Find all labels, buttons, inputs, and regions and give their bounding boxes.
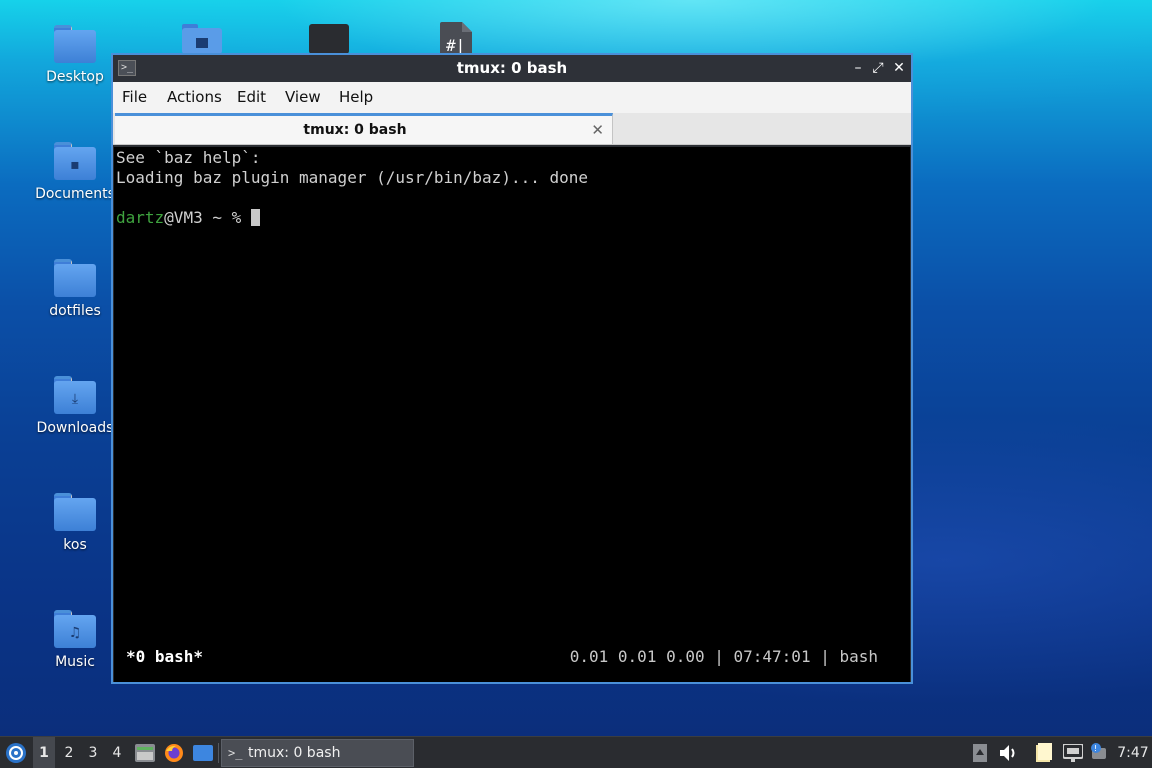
window-titlebar[interactable]: >_ tmux: 0 bash – ⤢ ✕ bbox=[113, 55, 911, 82]
desktop-icon-label: Documents bbox=[35, 186, 115, 202]
desktop-icon-music[interactable]: ♫ Music bbox=[35, 610, 115, 670]
workspace-4[interactable]: 4 bbox=[106, 737, 128, 768]
desktop-icon-label: dotfiles bbox=[49, 303, 101, 319]
clipboard-icon[interactable] bbox=[968, 737, 992, 768]
network-icon[interactable] bbox=[1061, 737, 1085, 768]
text-cursor bbox=[250, 209, 260, 226]
desktop-icon-kos[interactable]: kos bbox=[35, 493, 115, 553]
prompt-host: @VM3 ~ % bbox=[164, 208, 251, 227]
tab-bar: tmux: 0 bash ✕ bbox=[113, 113, 911, 145]
task-button-terminal[interactable]: >_ tmux: 0 bash bbox=[221, 739, 414, 767]
file-manager-icon[interactable] bbox=[133, 737, 157, 768]
tab-tmux-bash[interactable]: tmux: 0 bash ✕ bbox=[115, 113, 613, 144]
desktop-icon-dotfiles[interactable]: dotfiles bbox=[35, 259, 115, 319]
music-folder-icon: ♫ bbox=[54, 610, 96, 648]
workspace-2[interactable]: 2 bbox=[58, 737, 80, 768]
svg-text:#|: #| bbox=[446, 36, 465, 54]
prompt-user: dartz bbox=[116, 208, 165, 227]
window-title: tmux: 0 bash bbox=[456, 59, 568, 77]
taskbar: 1 2 3 4 >_ tmux: 0 bash ! 7:47 bbox=[0, 736, 1152, 768]
dark-file-icon[interactable] bbox=[309, 24, 349, 54]
menu-edit[interactable]: Edit bbox=[237, 82, 266, 113]
folder-icon bbox=[54, 259, 96, 297]
clock[interactable]: 7:47 bbox=[1114, 737, 1152, 768]
folder-icon bbox=[54, 493, 96, 531]
desktop-icon-documents[interactable]: ▪ Documents bbox=[35, 142, 115, 202]
desktop-icon-label: Downloads bbox=[36, 420, 114, 436]
desktop-icon-desktop[interactable]: Desktop bbox=[35, 25, 115, 85]
workspace-3[interactable]: 3 bbox=[82, 737, 104, 768]
volume-icon[interactable] bbox=[997, 737, 1021, 768]
folder-icon bbox=[54, 25, 96, 63]
terminal-line: See `baz help`: bbox=[116, 148, 261, 167]
menu-actions[interactable]: Actions bbox=[167, 82, 222, 113]
downloads-folder-icon: ⤓ bbox=[54, 376, 96, 414]
menu-bar: File Actions Edit View Help bbox=[113, 82, 911, 113]
terminal-output[interactable]: See `baz help`: Loading baz plugin manag… bbox=[114, 147, 910, 682]
menu-view[interactable]: View bbox=[285, 82, 321, 113]
workspace-1[interactable]: 1 bbox=[33, 737, 55, 768]
maximize-button[interactable]: ⤢ bbox=[868, 55, 888, 82]
terminal-prompt: dartz@VM3 ~ % bbox=[116, 208, 260, 228]
task-button-label: tmux: 0 bash bbox=[248, 745, 341, 761]
spreadsheet-file-icon[interactable]: #| bbox=[440, 22, 472, 55]
updates-icon[interactable]: ! bbox=[1088, 737, 1110, 768]
desktop-icon-label: Music bbox=[55, 654, 95, 670]
desktop-icon-label: kos bbox=[63, 537, 87, 553]
close-button[interactable]: ✕ bbox=[889, 55, 909, 82]
desktop-icon-label: Desktop bbox=[46, 69, 104, 85]
tmux-status-window: *0 bash* bbox=[126, 647, 204, 666]
svg-text:!: ! bbox=[1094, 744, 1097, 753]
taskbar-separator bbox=[218, 743, 219, 763]
terminal-window: >_ tmux: 0 bash – ⤢ ✕ File Actions Edit … bbox=[111, 53, 913, 684]
menu-file[interactable]: File bbox=[122, 82, 147, 113]
desktop-icon-downloads[interactable]: ⤓ Downloads bbox=[35, 376, 115, 436]
tmux-status-info: 0.01 0.01 0.00 | 07:47:01 | bash bbox=[569, 647, 878, 666]
menu-help[interactable]: Help bbox=[339, 82, 373, 113]
tab-title: tmux: 0 bash bbox=[303, 122, 407, 138]
firefox-icon[interactable] bbox=[162, 737, 186, 768]
terminal-task-icon: >_ bbox=[228, 746, 243, 760]
minimize-button[interactable]: – bbox=[848, 55, 868, 82]
desktop-icon[interactable] bbox=[191, 737, 215, 768]
documents-folder-icon: ▪ bbox=[54, 142, 96, 180]
tab-close-icon[interactable]: ✕ bbox=[591, 116, 604, 144]
pictures-folder-icon[interactable] bbox=[182, 24, 222, 54]
start-menu-icon[interactable] bbox=[2, 737, 30, 768]
notes-icon[interactable] bbox=[1032, 737, 1056, 768]
terminal-line: Loading baz plugin manager (/usr/bin/baz… bbox=[116, 168, 589, 187]
